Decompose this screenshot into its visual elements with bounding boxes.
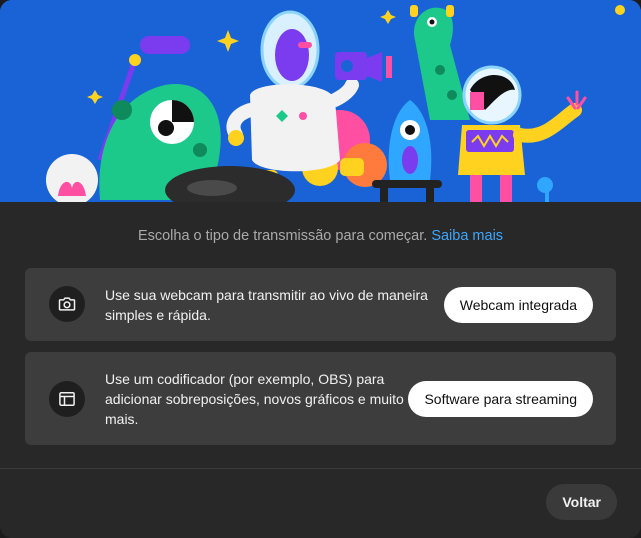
option-webcam: Use sua webcam para transmitir ao vivo d… (25, 268, 616, 341)
encoder-layout-icon (49, 381, 85, 417)
option-encoder-description: Use um codificador (por exemplo, OBS) pa… (105, 371, 404, 427)
streaming-type-dialog: Escolha o tipo de transmissão para começ… (0, 0, 641, 538)
option-webcam-description: Use sua webcam para transmitir ao vivo d… (105, 287, 428, 323)
intro-message: Escolha o tipo de transmissão para começ… (137, 228, 428, 244)
hero-illustration (0, 0, 641, 202)
back-button[interactable]: Voltar (546, 484, 617, 520)
footer-divider (0, 468, 641, 469)
learn-more-link[interactable]: Saiba mais (431, 228, 503, 244)
streaming-software-button[interactable]: Software para streaming (408, 381, 593, 417)
integrated-webcam-button[interactable]: Webcam integrada (443, 287, 593, 323)
camera-icon (49, 286, 85, 322)
intro-text: Escolha o tipo de transmissão para começ… (0, 228, 641, 244)
option-encoder: Use um codificador (por exemplo, OBS) pa… (25, 352, 616, 445)
